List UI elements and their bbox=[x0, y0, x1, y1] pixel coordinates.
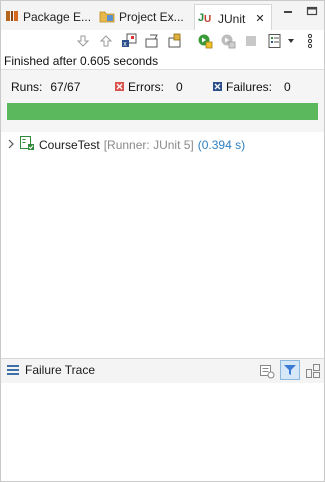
scroll-lock-icon[interactable] bbox=[144, 33, 160, 49]
tab-label: JUnit bbox=[218, 11, 246, 26]
view-menu-icon[interactable] bbox=[304, 33, 316, 49]
view-tab-strip: Package E... Project Ex... JU JUnit ✕ bbox=[1, 1, 324, 32]
status-text: Finished after 0.605 seconds bbox=[4, 54, 159, 68]
failures-value: 0 bbox=[284, 80, 291, 94]
failure-trace-body[interactable] bbox=[1, 383, 324, 481]
failure-trace-icon bbox=[7, 365, 19, 375]
maximize-icon[interactable] bbox=[306, 5, 318, 20]
tab-project-explorer[interactable]: Project Ex... bbox=[99, 4, 184, 30]
runs-value: 67/67 bbox=[50, 80, 81, 94]
tree-item-coursetest[interactable]: CourseTest [Runner: JUnit 5] (0.394 s) bbox=[7, 135, 245, 154]
error-icon bbox=[115, 80, 124, 94]
test-summary: Runs: 67/67 Errors: 0 Failures: 0 bbox=[1, 69, 324, 133]
lock-icon[interactable] bbox=[167, 33, 183, 49]
tab-label: Package E... bbox=[23, 10, 92, 24]
runs-label: Runs: bbox=[11, 80, 43, 94]
test-tree: CourseTest [Runner: JUnit 5] (0.394 s) bbox=[1, 132, 324, 354]
previous-failure-icon[interactable] bbox=[98, 33, 114, 49]
progress-bar bbox=[7, 103, 318, 120]
progress-fill bbox=[7, 103, 318, 120]
failures-counter: Failures: 0 bbox=[213, 80, 291, 94]
failure-trace-header: Failure Trace bbox=[1, 358, 324, 384]
junit-toolbar: x bbox=[1, 30, 324, 52]
next-failure-icon[interactable] bbox=[75, 33, 91, 49]
show-failures-only-icon[interactable]: x bbox=[121, 33, 137, 49]
copy-trace-icon[interactable] bbox=[305, 363, 321, 382]
svg-text:U: U bbox=[204, 14, 211, 24]
tab-label: Project Ex... bbox=[119, 10, 184, 24]
test-suite-passed-icon bbox=[19, 135, 35, 154]
expand-chevron-icon[interactable] bbox=[7, 138, 15, 152]
failure-icon bbox=[213, 80, 222, 94]
project-explorer-icon bbox=[99, 9, 115, 26]
package-explorer-icon bbox=[5, 9, 19, 26]
runs-counter: Runs: 67/67 bbox=[11, 80, 80, 94]
stop-icon[interactable] bbox=[243, 33, 259, 49]
rerun-test-icon[interactable] bbox=[197, 33, 213, 49]
minimize-icon[interactable] bbox=[282, 5, 294, 20]
errors-counter: Errors: 0 bbox=[115, 80, 183, 94]
junit-icon: JU bbox=[198, 10, 214, 27]
test-class-name: CourseTest bbox=[39, 137, 100, 152]
svg-text:x: x bbox=[123, 41, 127, 48]
close-icon[interactable]: ✕ bbox=[255, 12, 264, 25]
rerun-failures-first-icon[interactable] bbox=[220, 33, 236, 49]
test-runner-label: [Runner: JUnit 5] bbox=[103, 137, 194, 152]
test-run-history-icon[interactable] bbox=[267, 33, 283, 49]
tab-package-explorer[interactable]: Package E... bbox=[5, 4, 91, 30]
junit-view: Package E... Project Ex... JU JUnit ✕ x … bbox=[0, 0, 325, 482]
failures-label: Failures: bbox=[226, 80, 273, 94]
history-dropdown-icon[interactable] bbox=[286, 33, 296, 49]
errors-label: Errors: bbox=[128, 80, 164, 94]
filter-stack-trace-icon[interactable] bbox=[280, 360, 300, 380]
failure-trace-title: Failure Trace bbox=[25, 363, 96, 377]
errors-value: 0 bbox=[176, 80, 183, 94]
compare-result-icon[interactable] bbox=[259, 363, 275, 382]
test-duration: (0.394 s) bbox=[197, 137, 246, 152]
tab-junit[interactable]: JU JUnit ✕ bbox=[194, 4, 272, 32]
